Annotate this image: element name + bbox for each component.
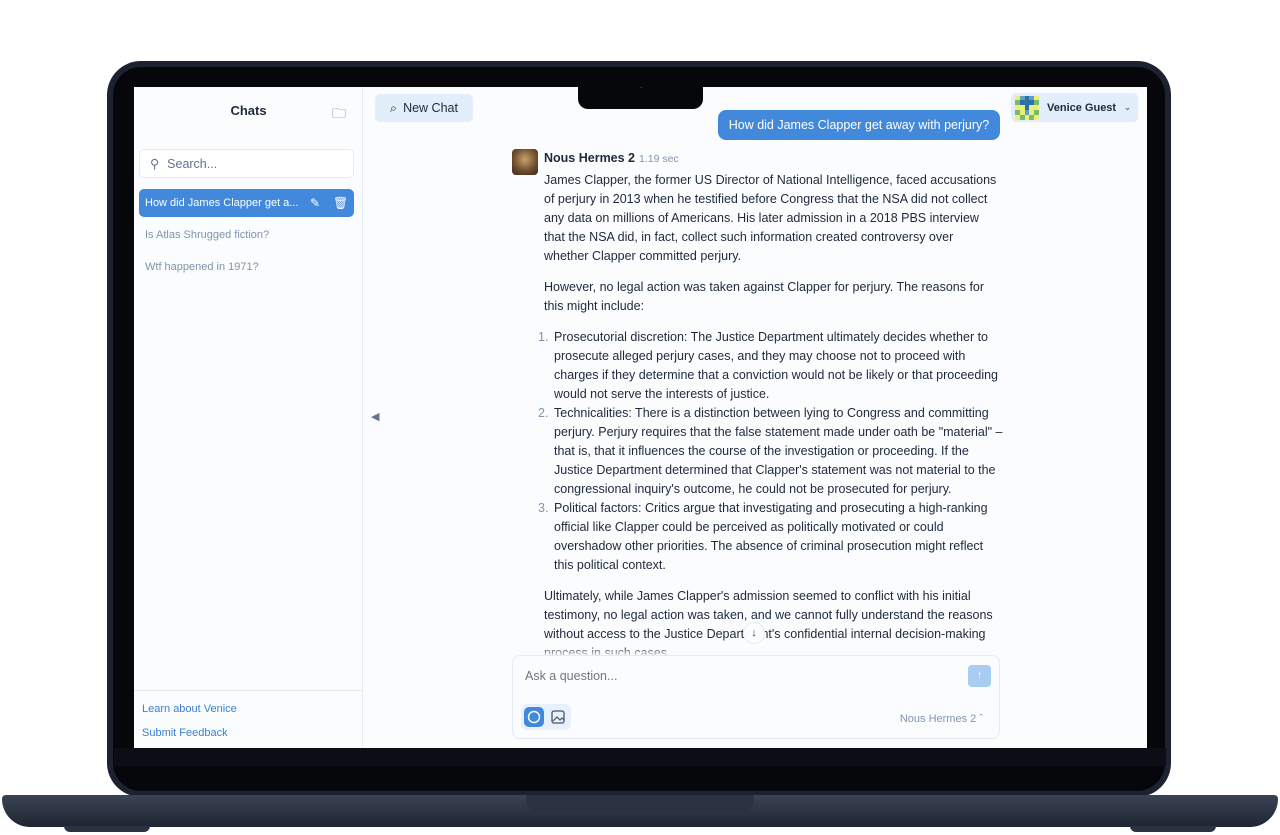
list-item: 2. Technicalities: There is a distinction… [538, 404, 1005, 499]
new-chat-button[interactable]: ⌕ New Chat [375, 94, 473, 122]
search-icon: ⚲ [150, 157, 160, 171]
trash-icon[interactable]: 🗑 [333, 196, 348, 210]
paragraph: However, no legal action was taken again… [544, 280, 985, 313]
chat-bubble-icon [527, 710, 541, 724]
list-text: Prosecutorial discretion: The Justice De… [554, 330, 999, 401]
new-chat-label: New Chat [403, 101, 458, 115]
send-button[interactable]: ↑ [968, 665, 991, 687]
scroll-down-button[interactable]: ↓ [743, 622, 765, 644]
list-text: Technicalities: There is a distinction b… [554, 406, 1003, 496]
text-mode-button[interactable] [524, 707, 544, 727]
camera [639, 87, 643, 88]
sidebar-footer: Learn about Venice Submit Feedback [134, 690, 363, 739]
sidebar-title: Chats [230, 103, 267, 118]
question-input[interactable] [525, 669, 945, 683]
feedback-link[interactable]: Submit Feedback [142, 727, 228, 739]
edit-icon[interactable]: ✎ [310, 196, 320, 210]
list-item: 3. Political factors: Critics argue that … [538, 499, 1005, 575]
search-box[interactable]: ⚲ Search... [139, 149, 354, 178]
new-folder-icon[interactable]: 🗀 [332, 103, 346, 127]
laptop-chin [114, 748, 1166, 766]
user-menu[interactable]: Venice Guest ⌄ [1011, 93, 1138, 122]
app-screen: Chats 🗀 ⚲ Search... How did James Clappe… [134, 87, 1147, 748]
laptop-foot [64, 826, 150, 832]
response-time: 1.19 sec [639, 153, 679, 165]
list-number: 2. [538, 406, 549, 420]
chat-item-label: How did James Clapper get a... [145, 197, 299, 209]
collapse-sidebar-icon[interactable]: ◀ [371, 410, 379, 423]
composer: ↑ Nous Hermes 2 ˆ [512, 655, 1000, 739]
list-text: Political factors: Critics argue that in… [554, 501, 988, 572]
model-selector[interactable]: Nous Hermes 2 ˆ [900, 713, 983, 725]
chat-item-active[interactable]: How did James Clapper get a... ✎ 🗑 [139, 189, 354, 217]
image-mode-button[interactable] [548, 707, 568, 727]
chat-plus-icon: ⌕ [390, 100, 398, 115]
chat-item[interactable]: Wtf happened in 1971? [139, 253, 354, 281]
bot-header: Nous Hermes 2 1.19 sec [544, 151, 679, 165]
laptop-lip [526, 795, 754, 811]
chat-item[interactable]: Is Atlas Shrugged fiction? [139, 221, 354, 249]
list-number: 3. [538, 501, 549, 515]
learn-link[interactable]: Learn about Venice [142, 703, 237, 715]
sidebar: Chats 🗀 ⚲ Search... How did James Clappe… [134, 87, 363, 748]
user-name: Venice Guest [1047, 101, 1117, 114]
user-message: How did James Clapper get away with perj… [718, 110, 1000, 140]
model-name: Nous Hermes 2 [899, 713, 977, 725]
reason-list: 1. Prosecutorial discretion: The Justice … [538, 328, 1002, 575]
laptop-foot [1130, 826, 1216, 832]
bot-name: Nous Hermes 2 [544, 151, 636, 165]
avatar [1015, 95, 1039, 120]
list-item: 1. Prosecutorial discretion: The Justice … [538, 328, 1005, 404]
image-icon [551, 710, 565, 724]
chevron-down-icon: ⌄ [1124, 103, 1131, 112]
search-input[interactable]: Search... [167, 157, 217, 171]
bot-message: James Clapper, the former US Director of… [538, 171, 1002, 675]
list-number: 1. [538, 330, 549, 344]
bot-avatar [512, 149, 538, 175]
camera-notch [578, 87, 703, 109]
chevron-up-icon: ˆ [979, 713, 983, 725]
paragraph: James Clapper, the former US Director of… [544, 173, 997, 263]
mode-toggle [521, 704, 571, 730]
